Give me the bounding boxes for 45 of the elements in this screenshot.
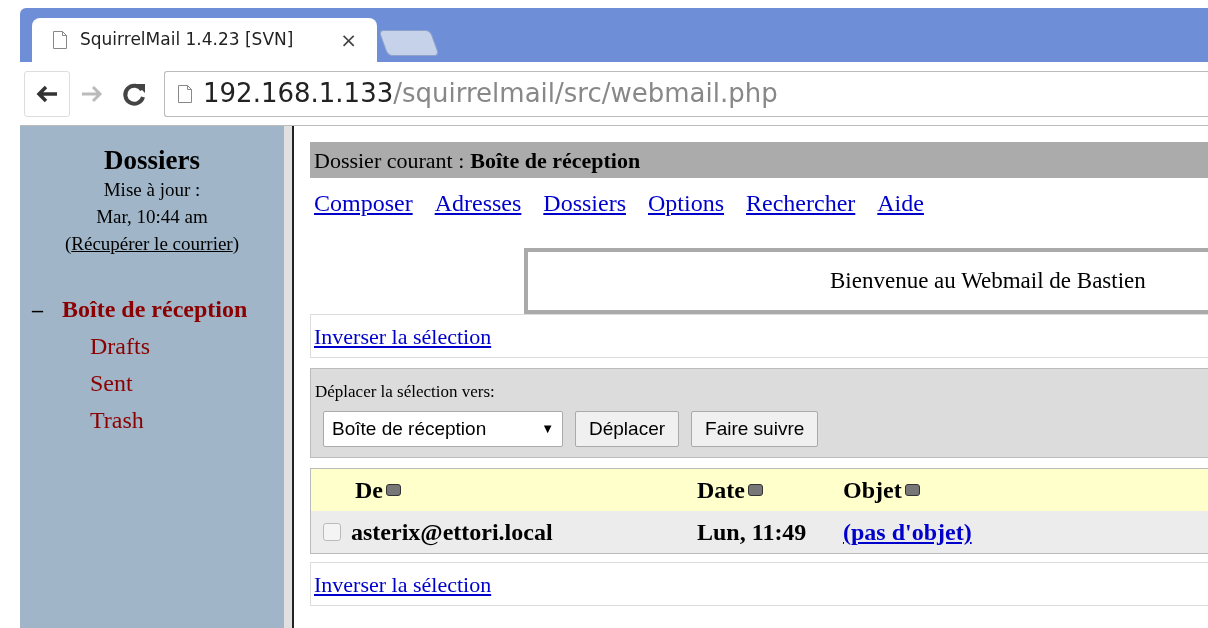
column-header: Objet <box>843 476 902 505</box>
update-label: Mise à jour : <box>103 178 201 202</box>
collapse-toggle[interactable]: – <box>32 293 62 326</box>
paren-text: ) <box>232 232 240 256</box>
sort-icon[interactable] <box>386 484 401 496</box>
table-cell-text: asterix@ettori.local <box>351 518 553 548</box>
dropdown-arrow-icon: ▼ <box>541 419 554 439</box>
address-bar[interactable]: 192.168.1.133/squirrelmail/src/webmail.php <box>164 70 1208 117</box>
sort-icon[interactable] <box>748 484 763 496</box>
page-icon <box>52 30 68 50</box>
menu-link[interactable]: Aide <box>877 188 924 218</box>
menu-link[interactable]: Adresses <box>434 188 522 218</box>
back-arrow-icon <box>35 83 59 104</box>
folder-link[interactable]: Sent <box>90 365 133 402</box>
column-header: Date <box>697 476 745 505</box>
folder-link[interactable]: Trash <box>90 402 144 439</box>
menu-link[interactable]: Options <box>648 188 724 218</box>
tab-title: SquirrelMail 1.4.23 [SVN] <box>80 28 294 52</box>
row-checkbox[interactable] <box>323 523 341 541</box>
back-button[interactable] <box>24 70 70 117</box>
action-button[interactable]: Déplacer <box>575 410 680 447</box>
column-header: De <box>355 476 383 505</box>
update-time: Mar, 10:44 am <box>96 205 208 229</box>
menu-link[interactable]: Dossiers <box>543 188 626 218</box>
sidebar-title: Dossiers <box>104 144 200 176</box>
sort-icon[interactable] <box>904 484 920 496</box>
folder-link[interactable]: Boîte de réception <box>62 291 248 328</box>
menu-link[interactable]: Rechercher <box>746 188 856 218</box>
subject-link[interactable]: (pas d'objet) <box>843 514 972 550</box>
close-icon[interactable]: × <box>340 25 357 55</box>
folder-dropdown[interactable]: Boîte de réception ▼ <box>323 410 563 447</box>
toggle-selection-link[interactable]: Inverser la sélection <box>314 319 492 353</box>
check-mail-link[interactable]: Récupérer le courrier <box>71 230 233 257</box>
browser-tab[interactable]: SquirrelMail 1.4.23 [SVN] × <box>32 18 377 62</box>
page-icon <box>177 83 193 104</box>
folder-link[interactable]: Drafts <box>90 328 150 365</box>
table-cell: Lun, 11:49 <box>697 519 807 545</box>
current-folder-bar: Dossier courant : Boîte de réception <box>310 142 1208 178</box>
toggle-selection-link[interactable]: Inverser la sélection <box>314 567 492 601</box>
action-button[interactable]: Faire suivre <box>691 410 819 447</box>
paren-text: ( <box>64 232 72 256</box>
url-text: 192.168.1.133/squirrelmail/src/webmail.php <box>203 77 778 110</box>
welcome-text: Bienvenue au Webmail de Bastien <box>830 266 1146 295</box>
move-label: Déplacer la sélection vers: <box>315 381 496 404</box>
menu-link[interactable]: Composer <box>314 188 413 218</box>
